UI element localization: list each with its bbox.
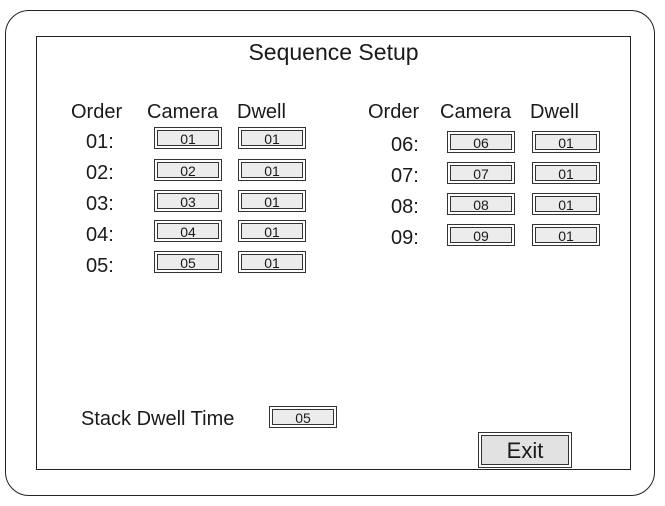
- camera-value: 08: [450, 196, 512, 213]
- left-header-order: Order: [71, 101, 123, 123]
- camera-value: 07: [450, 165, 512, 182]
- left-header-camera: Camera: [147, 101, 219, 123]
- left-header-dwell: Dwell: [237, 101, 286, 123]
- left-order-label: 05:: [86, 255, 114, 277]
- dwell-field-08[interactable]: 01: [532, 193, 600, 215]
- camera-value: 04: [157, 223, 219, 240]
- camera-field-03[interactable]: 03: [154, 190, 222, 212]
- dwell-value: 01: [241, 254, 303, 271]
- dwell-field-07[interactable]: 01: [532, 162, 600, 184]
- left-order-label: 03:: [86, 193, 114, 215]
- dwell-value: 01: [241, 223, 303, 240]
- right-header-camera: Camera: [440, 101, 512, 123]
- camera-value: 06: [450, 134, 512, 151]
- exit-button[interactable]: Exit: [478, 432, 572, 468]
- dwell-field-02[interactable]: 01: [238, 159, 306, 181]
- dwell-field-09[interactable]: 01: [532, 224, 600, 246]
- camera-value: 02: [157, 162, 219, 179]
- dwell-field-06[interactable]: 01: [532, 131, 600, 153]
- camera-field-02[interactable]: 02: [154, 159, 222, 181]
- right-order-label: 09:: [391, 227, 419, 249]
- left-order-label: 01:: [86, 131, 114, 153]
- camera-field-08[interactable]: 08: [447, 193, 515, 215]
- exit-button-label: Exit: [481, 435, 569, 465]
- camera-value: 09: [450, 227, 512, 244]
- right-order-label: 07:: [391, 165, 419, 187]
- camera-value: 05: [157, 254, 219, 271]
- right-header-dwell: Dwell: [530, 101, 579, 123]
- right-order-label: 08:: [391, 196, 419, 218]
- camera-field-04[interactable]: 04: [154, 220, 222, 242]
- dwell-value: 01: [535, 165, 597, 182]
- dwell-value: 01: [535, 196, 597, 213]
- stack-dwell-label: Stack Dwell Time: [81, 408, 235, 430]
- sequence-setup-screen: Sequence Setup Order Camera Dwell 01: 01…: [36, 36, 631, 470]
- camera-field-05[interactable]: 05: [154, 251, 222, 273]
- left-order-label: 04:: [86, 224, 114, 246]
- dwell-value: 01: [535, 227, 597, 244]
- camera-field-09[interactable]: 09: [447, 224, 515, 246]
- dwell-value: 01: [535, 134, 597, 151]
- dwell-field-01[interactable]: 01: [238, 127, 306, 149]
- camera-value: 03: [157, 193, 219, 210]
- stack-dwell-field[interactable]: 05: [269, 406, 337, 428]
- camera-value: 01: [157, 130, 219, 147]
- dwell-field-05[interactable]: 01: [238, 251, 306, 273]
- left-order-label: 02:: [86, 162, 114, 184]
- dwell-value: 01: [241, 130, 303, 147]
- dwell-value: 01: [241, 162, 303, 179]
- right-order-label: 06:: [391, 134, 419, 156]
- camera-field-07[interactable]: 07: [447, 162, 515, 184]
- camera-field-06[interactable]: 06: [447, 131, 515, 153]
- right-header-order: Order: [368, 101, 420, 123]
- dwell-field-04[interactable]: 01: [238, 220, 306, 242]
- stack-dwell-value: 05: [272, 409, 334, 426]
- dwell-value: 01: [241, 193, 303, 210]
- camera-field-01[interactable]: 01: [154, 127, 222, 149]
- dwell-field-03[interactable]: 01: [238, 190, 306, 212]
- page-title: Sequence Setup: [248, 39, 419, 65]
